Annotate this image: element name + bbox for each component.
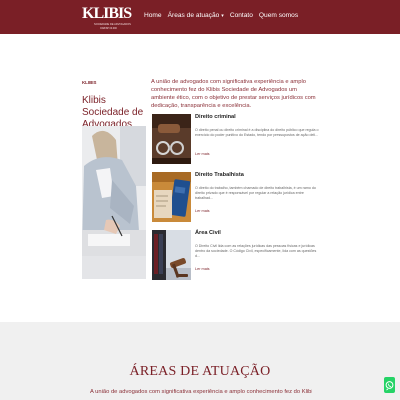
site-header: KLIBIS SOCIEDADE DE ADVOGADOS OAB/SP 00.… xyxy=(0,0,400,34)
lawyer-writing-photo xyxy=(82,126,146,279)
whatsapp-icon xyxy=(385,381,394,391)
logo-tagline: SOCIEDADE DE ADVOGADOS xyxy=(94,23,131,26)
read-more-link-area-civil[interactable]: Ler mais xyxy=(195,267,210,271)
main-nav: Home Áreas de atuação ▾ Contato Quem somo… xyxy=(144,12,298,19)
nav-quem-somos[interactable]: Quem somos xyxy=(259,12,298,19)
section-text: A união de advogados com significativa e… xyxy=(90,389,312,395)
card-text-direito-criminal: O direito penal ou direito criminal é a … xyxy=(195,128,319,137)
sidebar-label: KLIBIS xyxy=(82,80,97,85)
nav-areas-de-atuacao[interactable]: Áreas de atuação ▾ xyxy=(168,12,224,19)
card-title-direito-criminal[interactable]: Direito criminal xyxy=(195,114,236,120)
nav-home[interactable]: Home xyxy=(144,12,162,19)
intro-paragraph: A união de advogados com significativa e… xyxy=(151,79,316,109)
read-more-link-direito-trabalhista[interactable]: Ler mais xyxy=(195,209,210,213)
handcuffs-gavel-photo[interactable] xyxy=(152,114,191,164)
card-text-direito-trabalhista: O direito do trabalho, também chamado de… xyxy=(195,186,316,200)
logo-mark: KLIBIS xyxy=(82,5,132,22)
lawyer-photo-art xyxy=(82,126,146,279)
section-title: ÁREAS DE ATUAÇÃO xyxy=(129,364,271,379)
whatsapp-button[interactable] xyxy=(384,377,395,393)
read-more-link-direito-criminal[interactable]: Ler mais xyxy=(195,152,210,156)
gavel-books-photo[interactable] xyxy=(152,230,191,280)
card-title-direito-trabalhista[interactable]: Direito Trabalhista xyxy=(195,172,244,178)
card-criminal-art xyxy=(152,114,191,164)
card-text-area-civil: O Direito Civil lida com as relações jur… xyxy=(195,244,317,258)
card-civil-art xyxy=(152,230,191,280)
chevron-down-icon: ▾ xyxy=(221,13,224,19)
card-title-area-civil[interactable]: Área Civil xyxy=(195,230,221,236)
work-card-photo[interactable] xyxy=(152,172,191,222)
nav-areas-label: Áreas de atuação xyxy=(167,12,220,19)
klibis-logo[interactable]: KLIBIS SOCIEDADE DE ADVOGADOS OAB/SP 00.… xyxy=(82,3,132,31)
nav-contato[interactable]: Contato xyxy=(230,12,253,19)
card-trabalhista-art xyxy=(152,172,191,222)
logo-registration: OAB/SP 00.000 xyxy=(100,27,117,30)
